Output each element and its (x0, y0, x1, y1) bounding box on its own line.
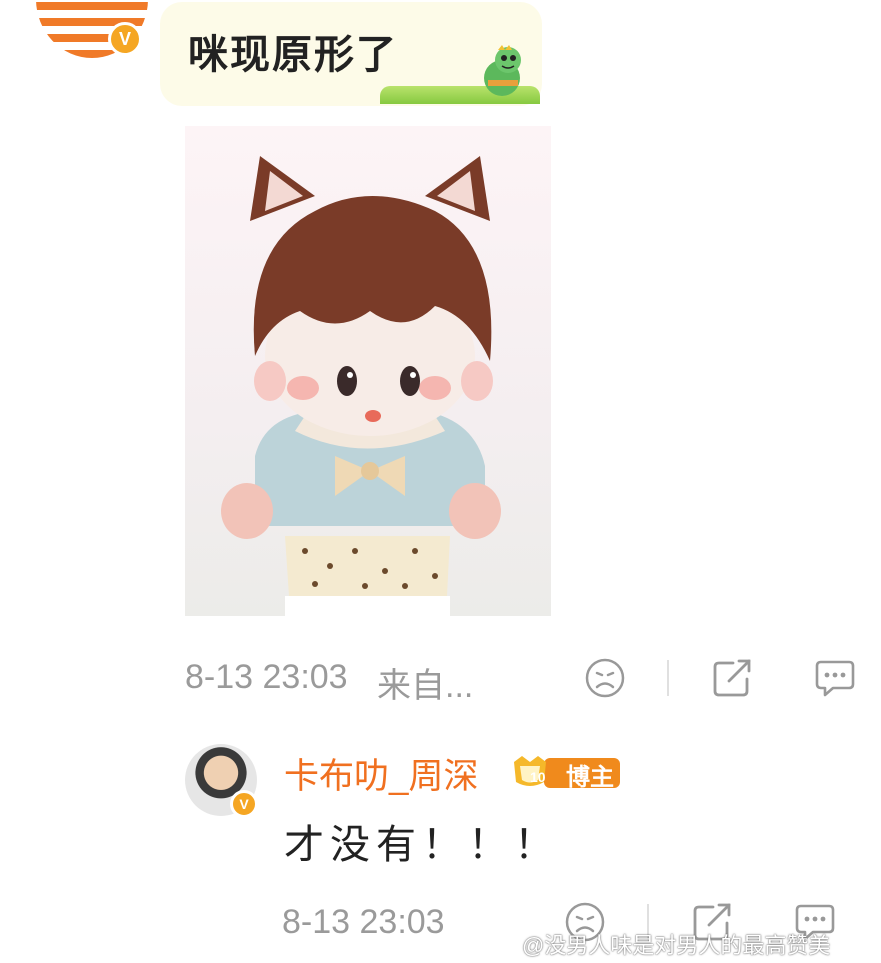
comment-icon[interactable] (813, 656, 857, 700)
verified-v-icon: V (108, 22, 142, 56)
comment-source[interactable]: 来自... (377, 658, 473, 707)
weibo-watermark: @没男人味是对男人的最高赞美 (522, 933, 831, 958)
comment-text: 咪现原形了 (188, 33, 398, 77)
reply-time: 8-13 23:03 (282, 903, 445, 941)
reply-username[interactable]: 卡布叻_周深 (284, 748, 478, 799)
divider (667, 660, 669, 696)
verified-v-icon: V (230, 790, 258, 818)
plush-doll-image (221, 156, 501, 616)
dinosaur-sticker-icon (484, 45, 521, 96)
reply-text: 才没有！！！ (284, 823, 560, 867)
comment-time: 8-13 23:03 (185, 658, 348, 696)
dislike-face-icon[interactable] (583, 656, 627, 700)
badge-level: 10 (530, 769, 546, 785)
badge-label: 博主 (566, 764, 614, 791)
share-icon[interactable] (711, 655, 755, 699)
comment-photo[interactable] (185, 126, 551, 616)
